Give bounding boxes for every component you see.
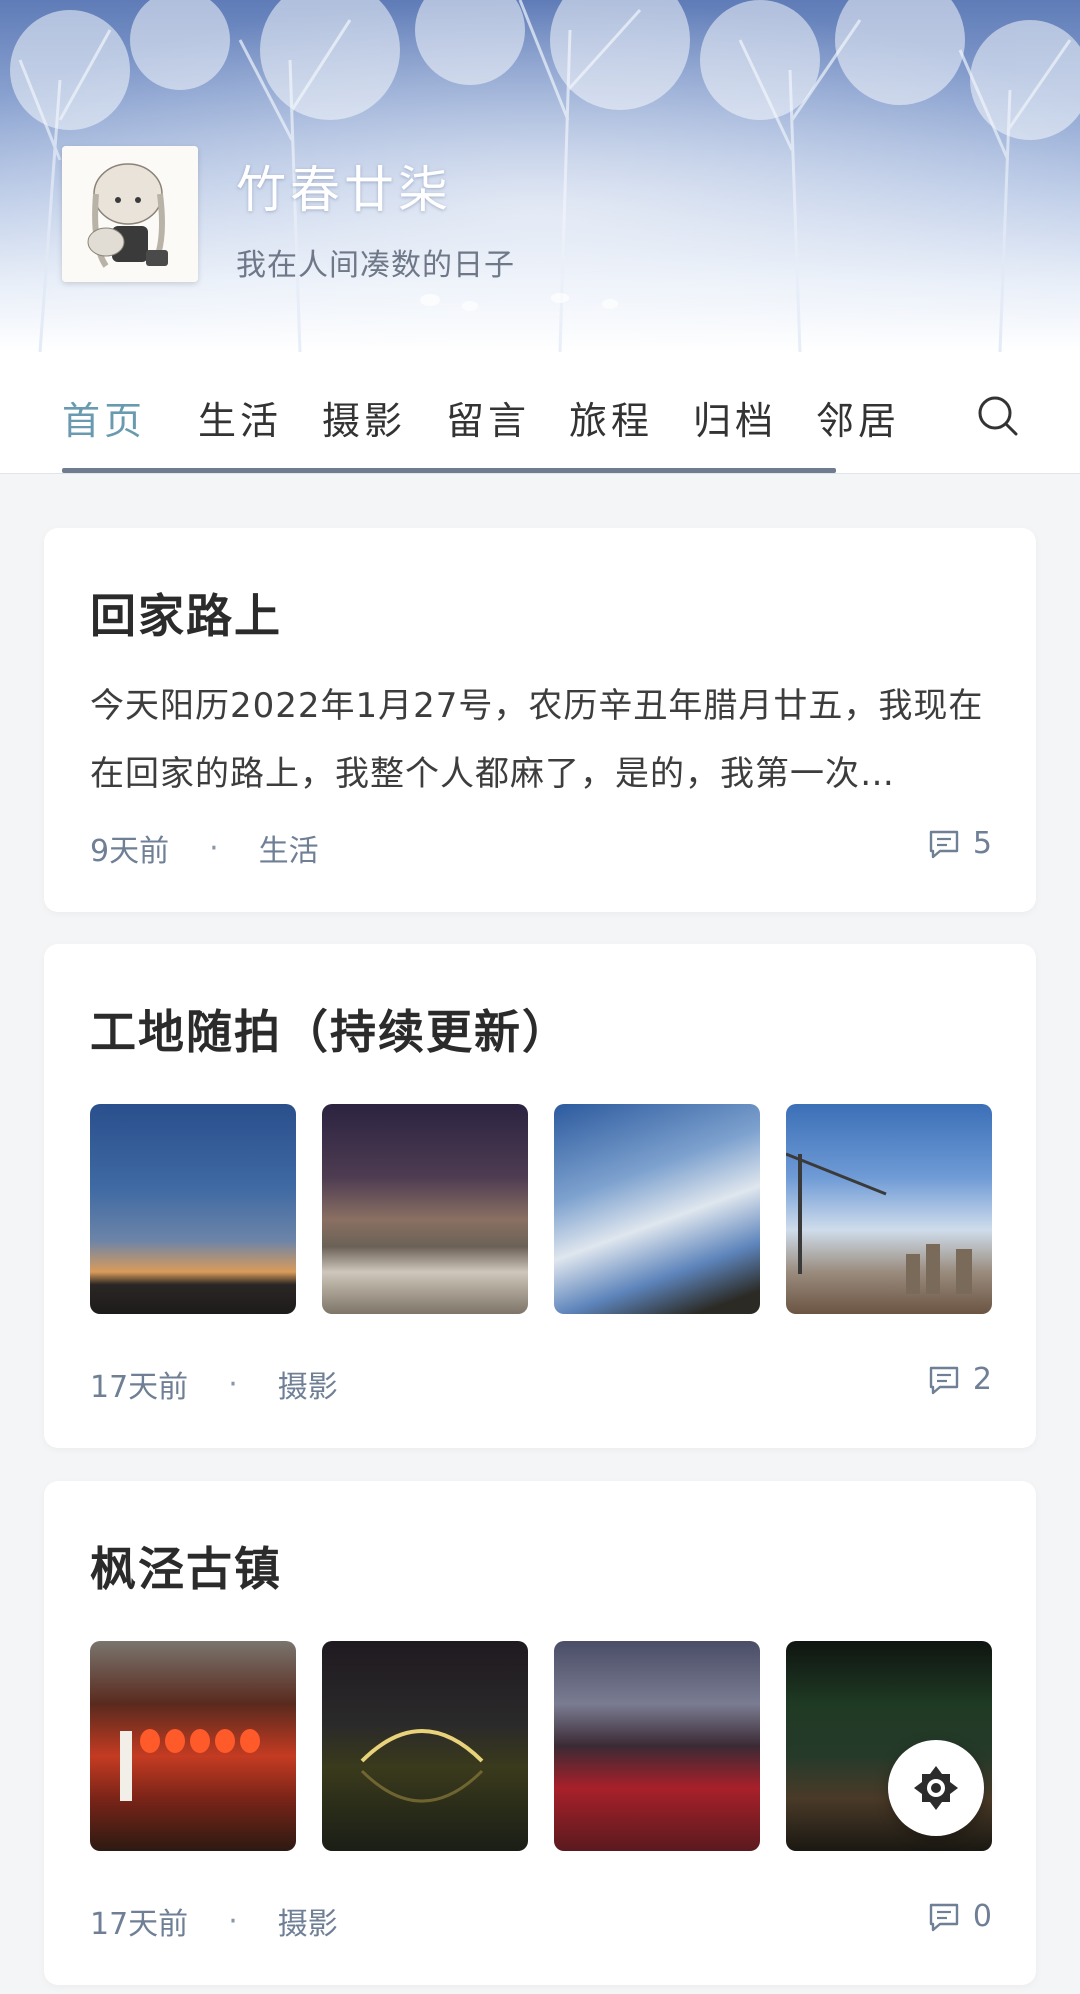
comment-count-value: 2 bbox=[972, 1362, 992, 1397]
comment-count[interactable]: 0 bbox=[927, 1899, 992, 1934]
lanterns-icon bbox=[120, 1729, 260, 1801]
comment-icon bbox=[929, 1366, 959, 1394]
nav-item-journey[interactable]: 旅程 bbox=[569, 390, 653, 445]
tower-crane-photo[interactable] bbox=[786, 1104, 992, 1314]
meta-separator: · bbox=[209, 830, 219, 866]
stone-bridge-night-photo[interactable] bbox=[322, 1641, 528, 1851]
post-card[interactable]: 回家路上 今天阳历2022年1月27号，农历辛丑年腊月廿五，我现在在回家的路上，… bbox=[44, 528, 1036, 912]
anime-girl-avatar-icon bbox=[62, 146, 198, 282]
post-excerpt: 今天阳历2022年1月27号，农历辛丑年腊月廿五，我现在在回家的路上，我整个人都… bbox=[90, 686, 984, 794]
post-time: 17天前 bbox=[90, 1370, 189, 1405]
post-thumbnails bbox=[90, 1104, 992, 1314]
lantern-shop-photo[interactable] bbox=[90, 1641, 296, 1851]
dusk-sky-photo[interactable] bbox=[90, 1104, 296, 1314]
nav-item-life[interactable]: 生活 bbox=[198, 390, 282, 445]
nav-item-archive[interactable]: 归档 bbox=[693, 390, 777, 445]
nav-active-underline bbox=[62, 468, 836, 473]
post-card[interactable]: 枫泾古镇 17天前 · 摄影 0 bbox=[44, 1481, 1036, 1985]
post-card[interactable]: 工地随拍（持续更新） 17天前 · 摄影 2 bbox=[44, 944, 1036, 1448]
search-icon bbox=[978, 396, 1018, 436]
meta-separator: · bbox=[228, 1903, 238, 1939]
search-button[interactable] bbox=[974, 392, 1022, 440]
comment-count-value: 5 bbox=[972, 826, 992, 861]
excavator-night-photo[interactable] bbox=[322, 1104, 528, 1314]
post-time: 17天前 bbox=[90, 1907, 189, 1942]
theme-toggle-button[interactable] bbox=[888, 1740, 984, 1836]
main-nav: 首页 生活 摄影 留言 旅程 归档 邻居 bbox=[0, 352, 1080, 474]
theme-toggle-icon bbox=[914, 1766, 958, 1810]
site-avatar[interactable] bbox=[62, 146, 198, 282]
header-banner: 竹春廿柒 我在人间凑数的日子 bbox=[0, 0, 1080, 352]
nav-item-neighbors[interactable]: 邻居 bbox=[816, 390, 900, 445]
post-meta: 17天前 · 摄影 bbox=[90, 1899, 338, 1943]
post-category[interactable]: 摄影 bbox=[278, 1362, 338, 1406]
meta-separator: · bbox=[228, 1366, 238, 1402]
nav-item-photography[interactable]: 摄影 bbox=[322, 390, 406, 445]
nav-item-guestbook[interactable]: 留言 bbox=[446, 390, 530, 445]
post-time: 9天前 bbox=[90, 834, 170, 869]
cloudy-sky-photo[interactable] bbox=[554, 1104, 760, 1314]
site-subtitle: 我在人间凑数的日子 bbox=[236, 248, 515, 283]
site-title[interactable]: 竹春廿柒 bbox=[236, 150, 452, 222]
post-title[interactable]: 枫泾古镇 bbox=[90, 1533, 282, 1599]
post-category[interactable]: 摄影 bbox=[278, 1899, 338, 1943]
post-title[interactable]: 工地随拍（持续更新） bbox=[90, 996, 570, 1062]
post-thumbnails bbox=[90, 1641, 992, 1851]
post-title[interactable]: 回家路上 bbox=[90, 580, 282, 646]
post-category[interactable]: 生活 bbox=[259, 826, 319, 870]
comment-count-value: 0 bbox=[972, 1899, 992, 1934]
comment-icon bbox=[929, 830, 959, 858]
bridge-icon bbox=[360, 1729, 484, 1803]
comment-count[interactable]: 2 bbox=[927, 1362, 992, 1397]
comment-count[interactable]: 5 bbox=[927, 826, 992, 861]
post-meta: 9天前 · 生活 bbox=[90, 826, 319, 870]
comment-icon bbox=[929, 1903, 959, 1931]
post-meta: 17天前 · 摄影 bbox=[90, 1362, 338, 1406]
red-lit-canal-photo[interactable] bbox=[554, 1641, 760, 1851]
tower-crane-icon bbox=[786, 1152, 972, 1294]
nav-item-home[interactable]: 首页 bbox=[62, 390, 146, 445]
